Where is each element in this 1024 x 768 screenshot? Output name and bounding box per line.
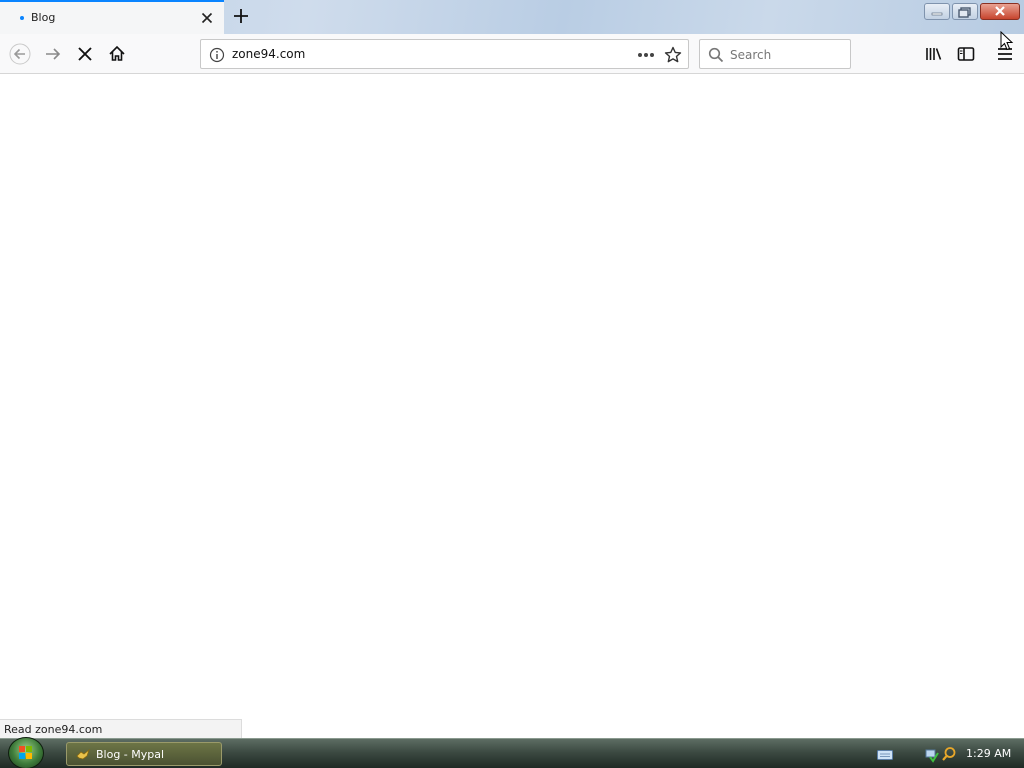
info-icon[interactable] <box>209 47 225 63</box>
page-content[interactable] <box>0 75 1024 738</box>
search-bar[interactable] <box>699 39 851 69</box>
clock[interactable]: 1:29 AM <box>966 747 1011 760</box>
window-controls <box>924 3 1020 21</box>
status-bar: Read zone94.com <box>0 719 242 738</box>
tab-blog[interactable]: Blog <box>0 0 224 34</box>
taskbar: Blog - Mypal 1:29 AM <box>0 737 1024 768</box>
close-icon <box>995 6 1005 16</box>
arrow-right-icon[interactable] <box>42 43 64 65</box>
windows-logo-icon <box>19 746 32 759</box>
search-icon[interactable] <box>941 746 957 762</box>
close-window-button[interactable] <box>980 3 1020 20</box>
loading-dot-icon <box>20 16 24 20</box>
minimize-button[interactable] <box>924 3 950 20</box>
tab-strip: Blog <box>0 0 1024 34</box>
mypal-app-icon <box>76 748 90 760</box>
library-icon[interactable] <box>923 43 945 65</box>
star-icon[interactable] <box>664 46 682 64</box>
tab-close-icon[interactable] <box>199 10 215 26</box>
restore-icon <box>958 7 971 18</box>
plus-icon[interactable] <box>231 6 251 26</box>
search-icon <box>708 47 724 63</box>
restore-button[interactable] <box>952 3 978 20</box>
url-text[interactable]: zone94.com <box>232 47 305 61</box>
home-icon[interactable] <box>106 43 128 65</box>
start-button[interactable] <box>8 737 44 768</box>
mouse-cursor-icon <box>1000 31 1014 51</box>
taskbar-item-mypal[interactable]: Blog - Mypal <box>66 742 222 766</box>
search-input[interactable] <box>730 46 845 64</box>
minimize-icon <box>931 12 943 16</box>
keyboard-icon[interactable] <box>877 750 893 760</box>
nav-bar: zone94.com <box>0 34 1024 74</box>
tab-title: Blog <box>31 11 56 24</box>
arrow-left-icon[interactable] <box>9 43 31 65</box>
url-bar[interactable]: zone94.com <box>200 39 689 69</box>
network-icon[interactable] <box>924 747 940 763</box>
taskbar-item-label: Blog - Mypal <box>96 748 165 761</box>
stop-icon[interactable] <box>74 43 96 65</box>
ellipsis-icon[interactable] <box>637 52 655 58</box>
sidebar-icon[interactable] <box>955 43 977 65</box>
